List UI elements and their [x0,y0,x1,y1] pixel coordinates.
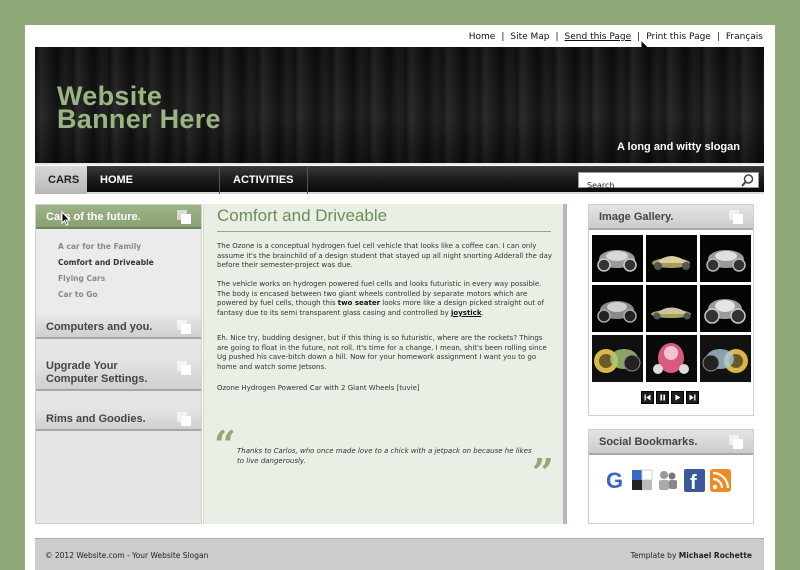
social-bookmarks: Social Bookmarks. G f [588,429,754,524]
send-page-link[interactable]: Send this Page [565,32,632,42]
copyright-text: © 2012 Website.com - Your Website Slogan [45,551,209,560]
banner-title: Website Banner Here [57,83,221,134]
sidebar-subitem[interactable]: A car for the Family [58,239,201,255]
main-nav: CARS HOME IMPROVEMENT ACTIVITIES [35,166,764,214]
svg-text:f: f [690,472,697,494]
search-input[interactable] [579,178,729,193]
paragraph: The Ozone is a conceptual hydrogen fuel … [217,242,553,270]
section-square-icon [177,210,191,224]
first-image-icon[interactable] [641,391,654,404]
mouse-cursor-icon [61,211,71,226]
sidebar-section-upgrade[interactable]: Upgrade Your Computer Settings. [36,355,201,391]
gallery-grid [592,235,752,382]
separator: | [501,32,505,42]
joystick-link[interactable]: joystick [451,309,482,317]
gallery-thumbnail[interactable] [700,285,751,332]
print-page-link[interactable]: Print this Page [646,32,711,42]
search-box [578,172,759,193]
search-icon[interactable] [740,173,755,188]
sidebar-section-label: Computers and you. [46,321,153,333]
author-link[interactable]: Michael Rochette [679,551,752,560]
banner-title-line2: Banner Here [57,104,221,134]
nav-item-cars[interactable]: CARS [35,166,87,194]
separator: | [555,32,559,42]
separator: | [716,32,720,42]
left-sidebar: Cars of the future. A car for the Family… [35,204,202,524]
sidebar-section-rims[interactable]: Rims and Goodies. [36,407,201,431]
sidebar-subitem[interactable]: Car to Go [58,287,201,303]
sidebar-sublist: A car for the Family Comfort and Driveab… [36,229,201,315]
last-image-icon[interactable] [686,391,699,404]
template-credit: Template by Michael Rochette [631,551,752,560]
banner: Website Banner Here A long and witty slo… [35,47,764,165]
section-square-icon [729,435,743,449]
delicious-icon[interactable] [631,468,653,494]
gallery-header: Image Gallery. [589,205,753,230]
page-container: Home | Site Map | Send this Page | Print… [25,25,775,570]
gallery-thumbnail[interactable] [646,285,697,332]
section-square-icon [177,412,191,426]
quote-text: Thanks to Carlos, who once made love to … [237,447,532,465]
bold-text: two seater [337,299,381,308]
paragraph: Eh. Nice try, budding designer, but if t… [217,334,547,371]
image-gallery: Image Gallery. [588,204,754,416]
facebook-icon[interactable]: f [683,468,705,494]
sidebar-section-computers[interactable]: Computers and you. [36,315,201,339]
myspace-icon[interactable] [657,468,679,494]
paragraph: The vehicle works on hydrogen powered fu… [217,280,554,318]
close-quote-icon: ” [532,450,554,495]
gallery-thumbnail[interactable] [646,235,697,282]
section-square-icon [177,320,191,334]
section-square-icon [729,210,743,224]
gallery-thumbnail[interactable] [646,335,697,382]
rss-icon[interactable] [709,468,731,494]
social-title: Social Bookmarks. [599,436,698,448]
gallery-thumbnail[interactable] [592,335,643,382]
gallery-thumbnail[interactable] [592,285,643,332]
sidebar-section-label: Rims and Goodies. [46,413,146,425]
paragraph-text: . [481,308,484,317]
pause-icon[interactable] [656,391,669,404]
francais-link[interactable]: Français [726,32,763,42]
google-icon[interactable]: G [605,468,627,494]
top-links: Home | Site Map | Send this Page | Print… [469,32,763,42]
gallery-thumbnail[interactable] [700,235,751,282]
sidebar-subitem-current[interactable]: Comfort and Driveable [58,255,201,271]
footer: © 2012 Website.com - Your Website Slogan… [35,538,764,570]
gallery-thumbnail[interactable] [592,235,643,282]
main-content: Comfort and Driveable The Ozone is a con… [203,204,567,524]
open-quote-icon: “ [214,422,236,467]
gallery-title: Image Gallery. [599,211,674,223]
home-link[interactable]: Home [469,32,496,42]
section-square-icon [177,361,191,375]
sidebar-spacer [36,391,201,407]
right-sidebar: Image Gallery. Social Bookmarks. G f [588,204,754,524]
nav-item-home-improvement[interactable]: HOME IMPROVEMENT [87,166,220,214]
social-header: Social Bookmarks. [589,430,753,455]
gallery-thumbnail[interactable] [700,335,751,382]
site-map-link[interactable]: Site Map [510,32,549,42]
sidebar-spacer [36,339,201,355]
credit-prefix: Template by [630,551,679,560]
page-title: Comfort and Driveable [217,206,388,225]
paragraph: Ozone Hydrogen Powered Car with 2 Giant … [217,384,420,392]
banner-slogan: A long and witty slogan [616,141,740,153]
play-icon[interactable] [671,391,684,404]
svg-text:G: G [606,468,623,493]
title-divider [217,231,551,232]
nav-item-activities[interactable]: ACTIVITIES [220,166,308,194]
gallery-controls [641,391,699,404]
sidebar-subitem[interactable]: Flying Cars [58,271,201,287]
social-icons: G f [605,468,731,494]
